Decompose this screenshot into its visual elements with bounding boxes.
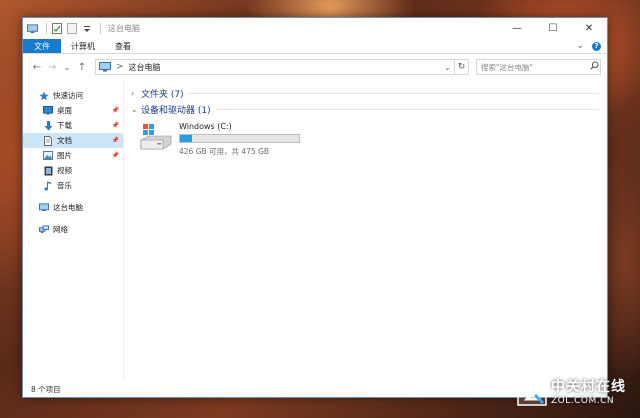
watermark: 中关村在线 ZOL.COM.CN (517, 376, 626, 406)
breadcrumb-this-pc[interactable]: 这台电脑 (129, 62, 161, 73)
watermark-text: 中关村在线 ZOL.COM.CN (551, 376, 626, 406)
star-icon (39, 91, 49, 101)
chevron-right-icon[interactable]: › (131, 89, 141, 98)
group-divider (215, 108, 599, 110)
this-pc-icon (99, 62, 111, 72)
pin-icon[interactable]: 📌 (112, 122, 119, 129)
watermark-brand-cn: 中关村在线 (551, 379, 626, 395)
video-icon (43, 166, 53, 176)
drive-free-space: 426 GB 可用，共 475 GB (179, 147, 270, 156)
drive-name: Windows (C:) (179, 122, 232, 131)
chevron-down-icon[interactable]: ⌄ (131, 105, 141, 114)
tab-file[interactable]: 文件 (23, 39, 61, 53)
content-pane: › 文件夹 (7) ⌄ 设备和驱动器 (1) Windows (C:) 426 … (124, 80, 607, 381)
group-header-folders[interactable]: › 文件夹 (7) (131, 85, 607, 101)
sidebar-item-this-pc[interactable]: 这台电脑 (23, 200, 123, 215)
search-icon[interactable] (588, 61, 600, 73)
watermark-brand-en: ZOL.COM.CN (551, 396, 615, 406)
navigation-bar: ← → ⌄ ↑ > 这台电脑 ⌄ ↻ 搜索"这台电脑" (23, 54, 607, 80)
drive-item-c[interactable]: Windows (C:) 426 GB 可用，共 475 GB (139, 122, 607, 157)
navigation-pane: 快速访问 桌面 📌 下载 📌 文档 📌 图片 📌 视频 音乐 这台电脑 网络 (23, 80, 124, 381)
sidebar-item-label: 视频 (57, 166, 72, 175)
tab-view[interactable]: 查看 (105, 39, 141, 53)
title-separator (100, 23, 101, 34)
zol-logo-icon (517, 376, 547, 406)
sidebar-item-documents[interactable]: 文档 📌 (23, 133, 123, 148)
this-pc-icon (39, 203, 49, 213)
group-header-label: 文件夹 (7) (141, 89, 184, 100)
window-title: 这台电脑 (108, 24, 140, 33)
help-icon[interactable]: ? (592, 41, 601, 51)
recent-locations-button[interactable]: ⌄ (61, 63, 73, 72)
this-pc-icon[interactable] (27, 23, 38, 34)
quick-access-dropdown-icon[interactable] (81, 23, 92, 34)
sidebar-item-label: 图片 (57, 151, 72, 160)
pictures-icon (43, 151, 53, 161)
address-bar[interactable]: > 这台电脑 ⌄ (95, 59, 455, 75)
sidebar-item-label: 快速访问 (53, 91, 83, 100)
pin-icon[interactable]: 📌 (112, 107, 119, 114)
ribbon-tabs: 文件 计算机 查看 ⌄ ? (23, 39, 607, 54)
drive-info: Windows (C:) 426 GB 可用，共 475 GB (179, 122, 300, 157)
up-button[interactable]: ↑ (76, 62, 88, 73)
sidebar-item-network[interactable]: 网络 (23, 222, 123, 237)
document-icon (43, 135, 53, 146)
sidebar-item-label: 音乐 (57, 181, 72, 190)
sidebar-item-downloads[interactable]: 下载 📌 (23, 118, 123, 133)
drive-usage-bar (179, 134, 300, 143)
search-input[interactable]: 搜索"这台电脑" (476, 59, 601, 75)
hard-drive-icon (139, 122, 173, 152)
expand-ribbon-icon[interactable]: ⌄ (576, 41, 584, 51)
new-folder-icon[interactable] (66, 23, 77, 34)
close-button[interactable]: ✕ (571, 18, 607, 39)
download-icon (43, 120, 53, 131)
explorer-body: 快速访问 桌面 📌 下载 📌 文档 📌 图片 📌 视频 音乐 这台电脑 网络 ›… (23, 80, 607, 381)
search-placeholder: 搜索"这台电脑" (481, 62, 533, 72)
pin-icon[interactable]: 📌 (112, 137, 119, 144)
sidebar-item-label: 下载 (57, 121, 72, 130)
sidebar-item-label: 网络 (53, 225, 68, 234)
file-explorer-window: 这台电脑 — ☐ ✕ 文件 计算机 查看 ⌄ ? ← → ⌄ ↑ > 这台电脑 … (22, 17, 608, 398)
desktop-icon (43, 106, 53, 116)
sidebar-item-desktop[interactable]: 桌面 📌 (23, 103, 123, 118)
group-divider (188, 92, 599, 94)
network-icon (39, 225, 49, 235)
title-bar: 这台电脑 — ☐ ✕ (23, 18, 607, 39)
sidebar-item-quick-access[interactable]: 快速访问 (23, 88, 123, 103)
sidebar-item-label: 文档 (57, 136, 72, 145)
window-controls: — ☐ ✕ (499, 18, 607, 39)
forward-button[interactable]: → (46, 62, 58, 73)
refresh-button[interactable]: ↻ (455, 59, 469, 75)
group-header-devices[interactable]: ⌄ 设备和驱动器 (1) (131, 101, 607, 117)
music-icon (43, 181, 53, 191)
sidebar-item-videos[interactable]: 视频 (23, 163, 123, 178)
sidebar-item-music[interactable]: 音乐 (23, 178, 123, 193)
drive-usage-fill (180, 135, 193, 142)
address-dropdown-icon[interactable]: ⌄ (441, 63, 454, 72)
pin-icon[interactable]: 📌 (112, 152, 119, 159)
group-header-label: 设备和驱动器 (1) (141, 105, 211, 116)
maximize-button[interactable]: ☐ (535, 18, 571, 39)
properties-icon[interactable] (51, 23, 62, 34)
breadcrumb-separator[interactable]: > (116, 62, 124, 72)
tab-computer[interactable]: 计算机 (61, 39, 105, 53)
back-button[interactable]: ← (31, 62, 43, 73)
title-separator (46, 23, 47, 34)
item-count: 8 个项目 (31, 384, 61, 394)
sidebar-item-label: 桌面 (57, 106, 72, 115)
minimize-button[interactable]: — (499, 18, 535, 39)
ribbon-right: ⌄ ? (576, 39, 607, 53)
sidebar-item-pictures[interactable]: 图片 📌 (23, 148, 123, 163)
sidebar-item-label: 这台电脑 (53, 203, 83, 212)
